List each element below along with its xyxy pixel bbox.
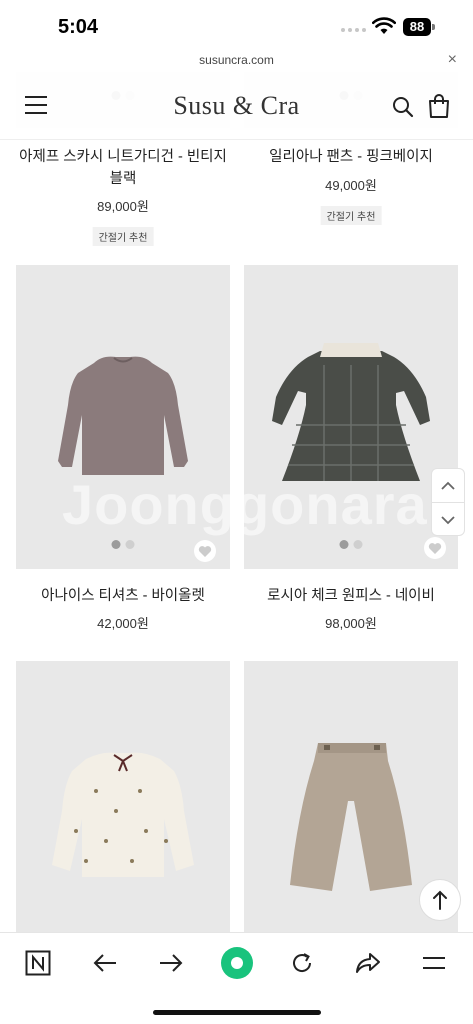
menu-button[interactable] (414, 943, 454, 983)
url-text[interactable]: susuncra.com (0, 53, 473, 67)
site-header: Susu & Cra (0, 72, 473, 140)
product-price: 49,000원 (325, 178, 377, 193)
carousel-dots (339, 540, 363, 549)
battery-level: 88 (403, 18, 431, 36)
green-dot-button[interactable] (217, 943, 257, 983)
signal-icon (341, 28, 366, 32)
product-name[interactable]: 일리아나 팬츠 - 핑크베이지 (244, 146, 458, 168)
shopping-bag-icon[interactable] (428, 94, 450, 118)
browser-bottom-nav (0, 932, 473, 1024)
floral-top-image (52, 752, 194, 877)
scroll-control (431, 468, 465, 536)
scroll-to-top-button[interactable] (419, 879, 461, 921)
forward-arrow-icon (160, 954, 183, 972)
product-image[interactable] (16, 661, 230, 932)
product-name[interactable]: 아나이스 티셔츠 - 바이올렛 (16, 585, 230, 607)
status-time: 5:04 (58, 16, 99, 38)
naver-n-icon (25, 950, 51, 976)
watermark: Joonggonara (62, 473, 428, 536)
refresh-button[interactable] (282, 943, 322, 983)
scroll-down-button[interactable] (432, 503, 464, 537)
product-price: 42,000원 (97, 616, 149, 631)
product-list: 아제프 스카시 니트가디건 - 빈티지블랙 89,000원 간절기 추천 일리아… (0, 72, 473, 932)
product-tag: 간절기 추천 (92, 227, 154, 246)
home-indicator (153, 1010, 321, 1015)
share-button[interactable] (348, 943, 388, 983)
product-price: 89,000원 (97, 199, 149, 214)
wishlist-heart-button[interactable] (424, 537, 446, 559)
menu-icon (423, 957, 445, 969)
heart-icon (198, 545, 212, 557)
close-icon[interactable]: × (448, 51, 457, 69)
forward-button[interactable] (151, 943, 191, 983)
battery-cap (432, 24, 435, 30)
product-name[interactable]: 로시아 체크 원피스 - 네이비 (244, 585, 458, 607)
product-tag: 간절기 추천 (320, 206, 382, 225)
status-bar: 5:04 88 (0, 0, 473, 50)
wifi-icon (372, 17, 396, 34)
share-icon (356, 953, 380, 973)
green-dot-icon (221, 947, 253, 979)
product-price: 98,000원 (325, 616, 377, 631)
heart-icon (428, 542, 442, 554)
refresh-icon (293, 953, 312, 972)
back-button[interactable] (85, 943, 125, 983)
arrow-up-icon (433, 890, 447, 910)
wishlist-heart-button[interactable] (194, 540, 216, 562)
search-icon[interactable] (392, 96, 414, 118)
chevron-up-icon (441, 481, 455, 490)
product-name[interactable]: 아제프 스카시 니트가디건 - 빈티지블랙 (16, 146, 230, 190)
carousel-dots (111, 540, 135, 549)
scroll-up-button[interactable] (432, 469, 464, 503)
naver-n-button[interactable] (18, 943, 58, 983)
url-bar[interactable]: susuncra.com × (0, 50, 473, 72)
back-arrow-icon (93, 954, 116, 972)
chevron-down-icon (441, 515, 455, 524)
